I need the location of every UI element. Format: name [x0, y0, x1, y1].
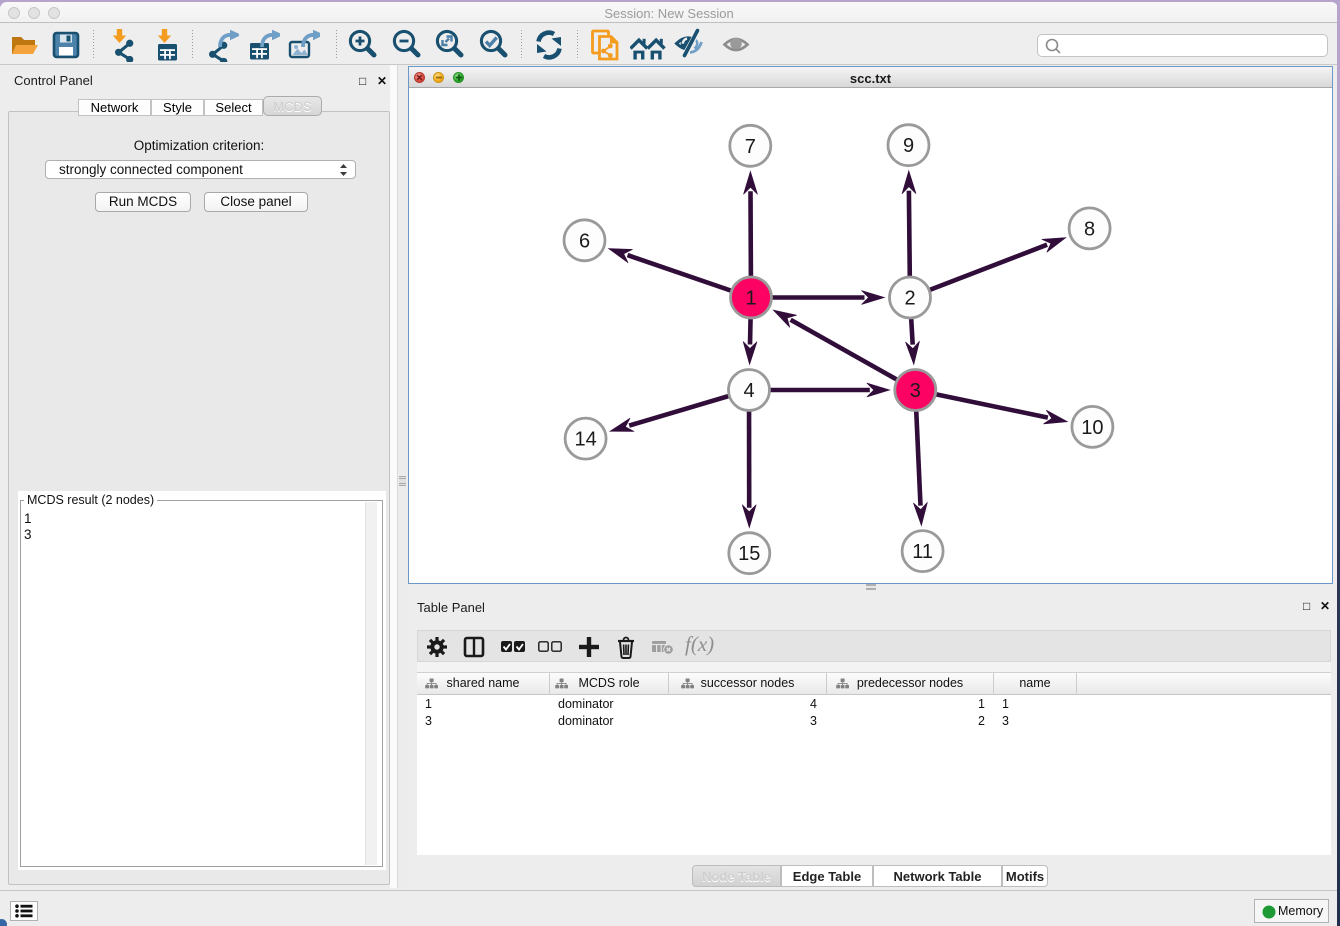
- svg-text:14: 14: [574, 429, 596, 451]
- svg-text:4: 4: [743, 380, 754, 402]
- svg-text:15: 15: [738, 543, 760, 565]
- svg-text:1: 1: [745, 288, 756, 310]
- svg-text:6: 6: [579, 230, 590, 252]
- svg-text:3: 3: [910, 380, 921, 402]
- svg-text:f(x): f(x): [685, 633, 714, 656]
- svg-text:10: 10: [1081, 417, 1103, 439]
- svg-text:11: 11: [912, 541, 933, 563]
- svg-text:2: 2: [904, 288, 915, 310]
- svg-text:8: 8: [1084, 218, 1095, 240]
- svg-text:7: 7: [745, 136, 756, 158]
- svg-text:9: 9: [903, 135, 914, 157]
